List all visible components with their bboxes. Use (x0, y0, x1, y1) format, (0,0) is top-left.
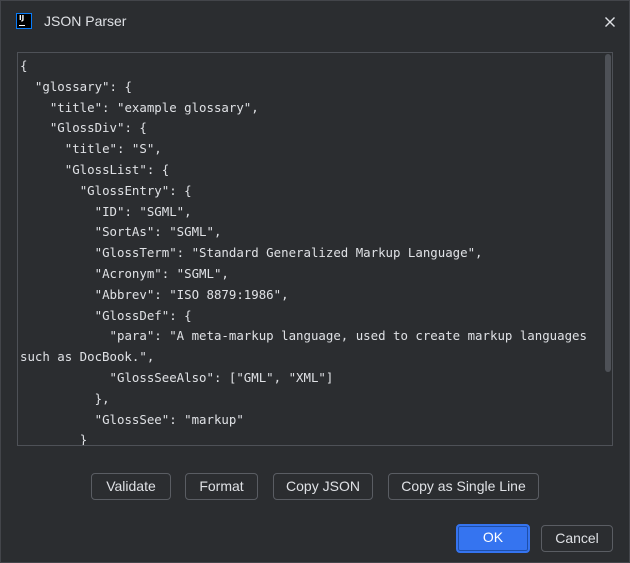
intellij-icon: IJ (16, 13, 32, 29)
vertical-scrollbar[interactable] (605, 54, 611, 372)
json-editor[interactable]: { "glossary": { "title": "example glossa… (17, 52, 613, 446)
close-icon[interactable] (601, 13, 619, 31)
title-bar: IJ JSON Parser (1, 1, 629, 41)
cancel-button[interactable]: Cancel (541, 525, 613, 552)
copy-single-line-button[interactable]: Copy as Single Line (388, 473, 539, 500)
dialog-title: JSON Parser (44, 13, 127, 29)
ok-button[interactable]: OK (456, 524, 530, 553)
format-button[interactable]: Format (185, 473, 258, 500)
validate-button[interactable]: Validate (91, 473, 171, 500)
copy-json-button[interactable]: Copy JSON (273, 473, 373, 500)
json-parser-dialog: IJ JSON Parser { "glossary": { "title": … (0, 0, 630, 563)
json-text[interactable]: { "glossary": { "title": "example glossa… (20, 56, 602, 445)
